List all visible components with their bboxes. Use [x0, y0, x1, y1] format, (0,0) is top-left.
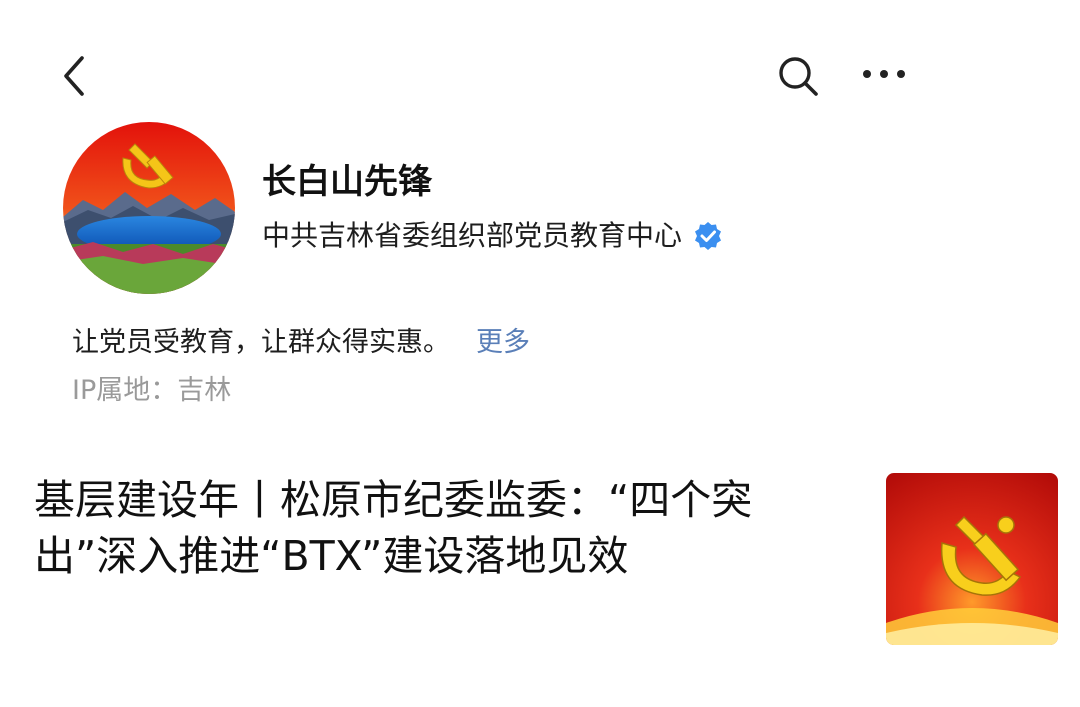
account-organization: 中共吉林省委组织部党员教育中心 — [262, 214, 724, 258]
account-bio: 让党员受教育，让群众得实惠。 更多 — [72, 322, 530, 364]
ip-location: IP属地：吉林 — [72, 375, 232, 406]
more-horizontal-icon — [863, 70, 905, 78]
chevron-left-icon — [64, 56, 84, 96]
account-avatar[interactable] — [63, 122, 235, 294]
article-title[interactable]: 基层建设年丨松原市纪委监委：“四个突出”深入推进“BTX”建设落地见效 — [34, 472, 834, 584]
account-name: 长白山先锋 — [262, 162, 432, 202]
more-options-button[interactable] — [858, 56, 910, 92]
search-icon — [779, 57, 818, 96]
article-card[interactable]: 基层建设年丨松原市纪委监委：“四个突出”深入推进“BTX”建设落地见效 — [0, 450, 1080, 670]
search-button[interactable] — [774, 52, 822, 100]
back-button[interactable] — [52, 50, 100, 102]
party-emblem-landscape-image — [63, 122, 235, 294]
organization-label: 中共吉林省委组织部党员教育中心 — [262, 219, 683, 252]
bio-text: 让党员受教育，让群众得实惠。 — [72, 327, 450, 358]
top-nav-bar — [0, 0, 1080, 140]
article-thumbnail[interactable] — [886, 473, 1058, 645]
verified-badge-icon — [692, 220, 724, 252]
bio-more-link[interactable]: 更多 — [476, 327, 530, 358]
party-emblem-thumbnail-image — [886, 473, 1058, 645]
